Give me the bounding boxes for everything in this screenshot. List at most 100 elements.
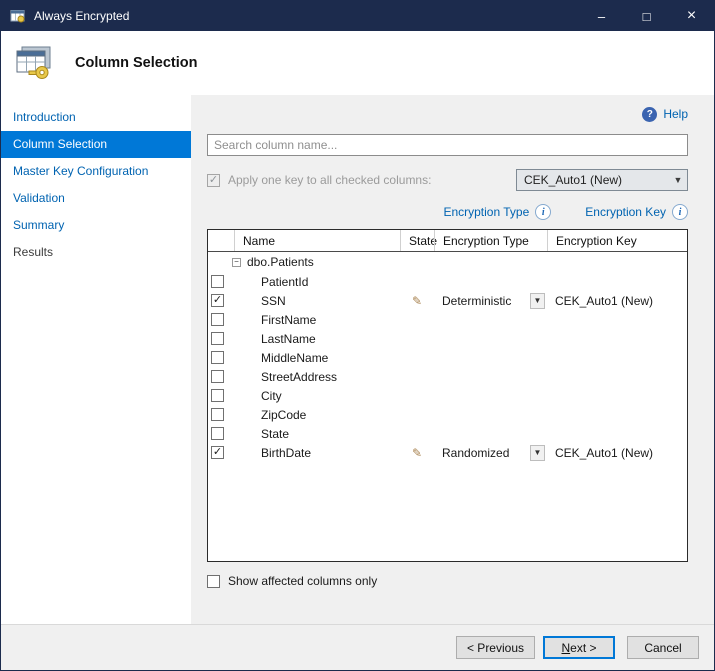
next-button[interactable]: Next >	[543, 636, 615, 659]
sidebar-item-results[interactable]: Results	[1, 239, 191, 266]
maximize-button[interactable]: □	[624, 1, 669, 31]
sidebar-item-summary[interactable]: Summary	[1, 212, 191, 239]
column-name-cell[interactable]: LastName	[234, 332, 400, 346]
close-button[interactable]: ×	[669, 1, 714, 31]
row-checkbox[interactable]	[211, 313, 224, 326]
wizard-header: Column Selection	[1, 31, 714, 95]
table-group-row: − dbo.Patients	[208, 252, 687, 272]
encryption-key-value: CEK_Auto1 (New)	[555, 294, 653, 308]
encryption-type-cell[interactable]: Deterministic ▼	[434, 293, 547, 309]
column-name-cell[interactable]: MiddleName	[234, 351, 400, 365]
chevron-down-icon[interactable]: ▼	[530, 293, 545, 309]
help-icon[interactable]: ?	[642, 107, 657, 122]
row-checkbox[interactable]	[211, 408, 224, 421]
table-body: − dbo.Patients PatientId ✓ SSN ✎ Determinist…	[208, 252, 687, 561]
footer: < Previous Next > Cancel	[1, 624, 714, 670]
checkbox-cell	[208, 408, 234, 421]
encryption-key-value: CEK_Auto1 (New)	[555, 446, 653, 460]
titlebar: Always Encrypted – □ ×	[1, 1, 714, 31]
columns-table: Name State Encryption Type Encryption Ke…	[207, 229, 688, 562]
app-icon	[10, 8, 26, 24]
encryption-key-cell[interactable]: CEK_Auto1 (New)	[547, 294, 687, 308]
row-checkbox[interactable]: ✓	[211, 294, 224, 307]
table-row: FirstName	[208, 310, 687, 329]
apply-key-label: Apply one key to all checked columns:	[228, 173, 431, 187]
header-encryption-key[interactable]: Encryption Key	[547, 230, 687, 251]
encryption-type-value: Randomized	[442, 446, 509, 460]
pencil-icon: ✎	[412, 447, 422, 459]
encryption-key-cell[interactable]: CEK_Auto1 (New)	[547, 446, 687, 460]
show-affected-row: Show affected columns only	[207, 574, 688, 588]
page-title: Column Selection	[75, 55, 197, 71]
sidebar-item-master-key-configuration[interactable]: Master Key Configuration	[1, 158, 191, 185]
row-checkbox[interactable]	[211, 275, 224, 288]
column-name-cell[interactable]: SSN	[234, 294, 400, 308]
column-name-cell[interactable]: ZipCode	[234, 408, 400, 422]
apply-key-row: ✓ Apply one key to all checked columns: …	[207, 169, 688, 191]
sidebar-item-column-selection[interactable]: Column Selection	[1, 131, 191, 158]
cek-combobox[interactable]: CEK_Auto1 (New) ▼	[516, 169, 688, 191]
checkbox-cell	[208, 389, 234, 402]
cek-combobox-value: CEK_Auto1 (New)	[524, 173, 622, 187]
checkbox-cell	[208, 427, 234, 440]
checkbox-cell	[208, 351, 234, 364]
help-link[interactable]: Help	[663, 107, 688, 121]
checkbox-cell	[208, 332, 234, 345]
header-state[interactable]: State	[400, 230, 434, 251]
state-cell: ✎	[400, 295, 434, 307]
checkbox-cell	[208, 275, 234, 288]
checkbox-cell: ✓	[208, 446, 234, 459]
table-row: LastName	[208, 329, 687, 348]
sidebar-item-validation[interactable]: Validation	[1, 185, 191, 212]
encryption-key-info-icon[interactable]: i	[672, 204, 688, 220]
help-row: ? Help	[207, 105, 688, 123]
state-cell: ✎	[400, 447, 434, 459]
previous-button[interactable]: < Previous	[456, 636, 535, 659]
encryption-type-value: Deterministic	[442, 294, 511, 308]
encryption-key-link[interactable]: Encryption Key	[585, 205, 666, 219]
sidebar-item-introduction[interactable]: Introduction	[1, 104, 191, 131]
pencil-icon: ✎	[412, 295, 422, 307]
sidebar: IntroductionColumn SelectionMaster Key C…	[1, 95, 191, 624]
header-encryption-type[interactable]: Encryption Type	[434, 230, 547, 251]
checkbox-cell: ✓	[208, 294, 234, 307]
table-row: StreetAddress	[208, 367, 687, 386]
column-name-cell[interactable]: StreetAddress	[234, 370, 400, 384]
header-name[interactable]: Name	[234, 230, 400, 251]
row-checkbox[interactable]	[211, 370, 224, 383]
table-row: ✓ BirthDate ✎ Randomized ▼ CEK_Auto1 (New)	[208, 443, 687, 462]
column-name-cell[interactable]: PatientId	[234, 275, 400, 289]
table-header: Name State Encryption Type Encryption Ke…	[208, 230, 687, 252]
row-checkbox[interactable]: ✓	[211, 446, 224, 459]
table-row: PatientId	[208, 272, 687, 291]
encryption-type-info-icon[interactable]: i	[535, 204, 551, 220]
chevron-down-icon: ▼	[669, 175, 687, 185]
row-checkbox[interactable]	[211, 427, 224, 440]
checkbox-cell	[208, 313, 234, 326]
row-checkbox[interactable]	[211, 389, 224, 402]
search-input[interactable]	[207, 134, 688, 156]
row-checkbox[interactable]	[211, 351, 224, 364]
encryption-type-link[interactable]: Encryption Type	[443, 205, 529, 219]
chevron-down-icon[interactable]: ▼	[530, 445, 545, 461]
header-checkbox-column	[208, 230, 234, 251]
minimize-button[interactable]: –	[579, 1, 624, 31]
cancel-button[interactable]: Cancel	[627, 636, 699, 659]
main-panel: ? Help ✓ Apply one key to all checked co…	[191, 95, 714, 624]
column-name-cell[interactable]: State	[234, 427, 400, 441]
column-name-cell[interactable]: FirstName	[234, 313, 400, 327]
column-name-cell[interactable]: BirthDate	[234, 446, 400, 460]
always-encrypted-window: Always Encrypted – □ × Column Selection …	[0, 0, 715, 671]
body-row: IntroductionColumn SelectionMaster Key C…	[1, 95, 714, 624]
table-row: ZipCode	[208, 405, 687, 424]
table-key-icon	[14, 45, 54, 81]
table-row: ✓ SSN ✎ Deterministic ▼ CEK_Auto1 (New)	[208, 291, 687, 310]
row-checkbox[interactable]	[211, 332, 224, 345]
apply-key-checkbox: ✓	[207, 174, 220, 187]
window-title: Always Encrypted	[34, 9, 579, 23]
column-name-cell[interactable]: City	[234, 389, 400, 403]
show-affected-checkbox[interactable]	[207, 575, 220, 588]
collapse-icon[interactable]: −	[232, 258, 241, 267]
table-row: City	[208, 386, 687, 405]
encryption-type-cell[interactable]: Randomized ▼	[434, 445, 547, 461]
